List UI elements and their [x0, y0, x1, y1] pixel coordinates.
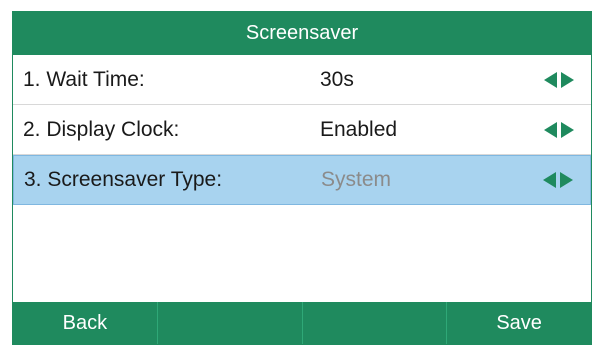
display-clock-value[interactable]: Enabled	[320, 118, 397, 142]
softkey-2-button[interactable]	[158, 302, 303, 344]
left-arrow-icon[interactable]	[544, 121, 557, 138]
softkey-bar: Back Save	[13, 302, 591, 344]
wait-time-arrows	[544, 71, 574, 88]
softkey-3-button[interactable]	[303, 302, 448, 344]
screensaver-type-value[interactable]: System	[321, 168, 391, 192]
right-arrow-icon[interactable]	[560, 172, 573, 188]
back-button[interactable]: Back	[13, 302, 158, 344]
screensaver-type-row[interactable]: 3. Screensaver Type: System	[13, 155, 591, 205]
screensaver-type-label: 3. Screensaver Type:	[24, 168, 223, 191]
screensaver-panel: Screensaver 1. Wait Time: 30s 2. Display…	[12, 11, 592, 345]
settings-list: 1. Wait Time: 30s 2. Display Clock: Enab…	[13, 55, 591, 205]
wait-time-label: 1. Wait Time:	[23, 67, 145, 91]
right-arrow-icon[interactable]	[561, 71, 574, 88]
left-arrow-icon[interactable]	[544, 71, 557, 88]
display-clock-row[interactable]: 2. Display Clock: Enabled	[13, 105, 591, 155]
right-arrow-icon[interactable]	[561, 121, 574, 138]
page-title: Screensaver	[245, 22, 359, 44]
title-bar: Screensaver	[13, 12, 591, 55]
screensaver-type-arrows	[543, 172, 573, 188]
wait-time-row[interactable]: 1. Wait Time: 30s	[13, 55, 591, 105]
save-button[interactable]: Save	[447, 302, 591, 344]
wait-time-value[interactable]: 30s	[320, 68, 354, 92]
display-clock-label: 2. Display Clock:	[23, 117, 180, 141]
left-arrow-icon[interactable]	[543, 172, 556, 188]
display-clock-arrows	[544, 121, 574, 138]
phone-screen: Screensaver 1. Wait Time: 30s 2. Display…	[0, 0, 606, 347]
